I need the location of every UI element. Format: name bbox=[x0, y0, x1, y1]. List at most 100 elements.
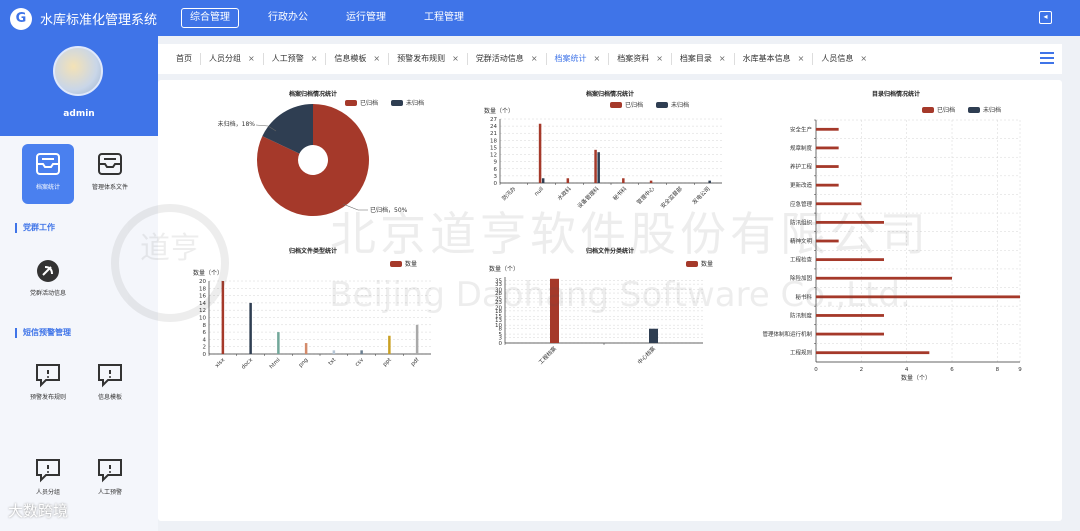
tick-label: 设备管理科 bbox=[575, 184, 600, 209]
tab-home[interactable]: 首页 bbox=[168, 44, 200, 74]
charts-canvas: 档案归档情况统计已归档 未归档未归档，18%已归档，50%档案归档情况统计数量（个… bbox=[193, 90, 1022, 382]
brand-watermark: 大数跨境 bbox=[8, 502, 69, 520]
legend-swatch bbox=[656, 102, 668, 108]
close-icon[interactable]: × bbox=[656, 54, 663, 63]
tick-label: 6 bbox=[950, 367, 954, 373]
tab-label: 人员信息 bbox=[821, 54, 854, 63]
tab-message-template[interactable]: 信息模板 × bbox=[326, 44, 388, 74]
bar bbox=[816, 239, 839, 243]
legend-label: 已归档 bbox=[937, 106, 955, 114]
tick-label: 15 bbox=[495, 314, 502, 320]
tick-label: 更新改造 bbox=[790, 181, 813, 189]
tick-label: 15 bbox=[490, 145, 497, 151]
tick-label: 防汛组织 bbox=[790, 218, 813, 226]
party-icon bbox=[37, 260, 59, 282]
tab-archive-catalog[interactable]: 档案目录 × bbox=[672, 44, 734, 74]
close-icon[interactable]: × bbox=[594, 54, 601, 63]
sidebar-item-archive-stats[interactable]: 档案统计 bbox=[22, 144, 74, 204]
menu-icon[interactable] bbox=[1040, 52, 1054, 66]
bar bbox=[221, 281, 225, 354]
tab-warning-rules[interactable]: 预警发布规则 × bbox=[389, 44, 467, 74]
tab-archive-stats[interactable]: 档案统计 × bbox=[547, 44, 609, 74]
nav-item-engineering[interactable]: 工程管理 bbox=[415, 8, 473, 28]
pie-label: 已归档，50% bbox=[370, 206, 408, 214]
tab-label: 档案目录 bbox=[679, 54, 712, 63]
pie-label: 未归档，18% bbox=[218, 120, 256, 128]
axis-label: 数量（个） bbox=[901, 374, 931, 382]
nav-item-office[interactable]: 行政办公 bbox=[259, 8, 317, 28]
section-title-sms: 短信预警管理 bbox=[15, 328, 71, 338]
tick-label: 8 bbox=[203, 323, 207, 329]
bar bbox=[388, 335, 391, 354]
message-icon bbox=[36, 459, 60, 483]
legend-label: 未归档 bbox=[983, 106, 1001, 114]
tab-manual-warning[interactable]: 人工预警 × bbox=[264, 44, 326, 74]
tab-bar: 首页 人员分组 × 人工预警 × 信息模板 × 预警发布规则 × 党群活动信息 × 档案统… bbox=[158, 44, 1062, 74]
section-title-party: 党群工作 bbox=[15, 223, 55, 233]
message-icon bbox=[98, 459, 122, 483]
tab-archive-data[interactable]: 档案资料 × bbox=[609, 44, 671, 74]
tick-label: 防汛制度 bbox=[790, 311, 813, 319]
nav-item-integrated[interactable]: 综合管理 bbox=[181, 8, 239, 28]
tab-label: 党群活动信息 bbox=[475, 54, 524, 63]
sidebar-item-message-template[interactable]: 信息模板 bbox=[84, 354, 136, 414]
bar bbox=[816, 183, 839, 187]
chart-title: 目录归档情况统计 bbox=[872, 90, 920, 98]
tick-label: ppt bbox=[382, 357, 393, 368]
tick-label: 4 bbox=[203, 337, 207, 343]
close-icon[interactable]: × bbox=[373, 54, 380, 63]
axis-label: 数量（个） bbox=[489, 265, 519, 273]
sidebar-item-label: 人工预警 bbox=[97, 489, 122, 496]
sidebar-item-management-docs[interactable]: 管理体系文件 bbox=[84, 144, 136, 204]
bar bbox=[816, 351, 930, 355]
tick-label: 管理体制和运行机制 bbox=[762, 330, 812, 338]
nav-item-operation[interactable]: 运行管理 bbox=[337, 8, 395, 28]
tick-label: 管理中心 bbox=[635, 184, 657, 206]
tab-party-activity[interactable]: 党群活动信息 × bbox=[468, 44, 546, 74]
tab-reservoir-info[interactable]: 水库基本信息 × bbox=[735, 44, 813, 74]
tick-label: 水政科 bbox=[555, 184, 573, 202]
chart-title: 档案归档情况统计 bbox=[585, 90, 634, 98]
logout-icon[interactable]: ◂ bbox=[1039, 11, 1052, 24]
tick-label: pdf bbox=[410, 356, 421, 367]
bar bbox=[816, 332, 884, 336]
close-icon[interactable]: × bbox=[860, 54, 867, 63]
tick-label: 6 bbox=[494, 167, 498, 173]
sidebar-item-warning-rules[interactable]: 预警发布规则 bbox=[22, 354, 74, 414]
legend-label: 已归档 bbox=[625, 101, 643, 109]
bar bbox=[415, 324, 419, 354]
tick-label: 0 bbox=[499, 341, 503, 347]
bar bbox=[816, 276, 952, 280]
bar bbox=[566, 178, 570, 183]
tick-label: 养护工程 bbox=[790, 163, 813, 171]
tick-label: 25 bbox=[495, 296, 502, 302]
close-icon[interactable]: × bbox=[798, 54, 805, 63]
sidebar-item-party-activity[interactable]: 党群活动信息 bbox=[22, 250, 74, 310]
tick-label: png bbox=[298, 357, 310, 369]
tick-label: 18 bbox=[199, 286, 206, 292]
tick-label: 27 bbox=[490, 117, 497, 123]
chart-title: 档案归档情况统计 bbox=[288, 90, 337, 98]
tick-label: 21 bbox=[490, 131, 497, 137]
username: admin bbox=[63, 109, 95, 119]
top-nav: 综合管理 行政办公 运行管理 工程管理 bbox=[181, 8, 493, 28]
tick-label: 安全生产 bbox=[790, 125, 813, 133]
bar bbox=[550, 278, 559, 343]
avatar[interactable] bbox=[53, 46, 103, 96]
close-icon[interactable]: × bbox=[719, 54, 726, 63]
tick-label: 工程检查 bbox=[790, 256, 813, 264]
close-icon[interactable]: × bbox=[248, 54, 255, 63]
pie-label-line bbox=[342, 203, 368, 211]
legend-swatch bbox=[345, 100, 357, 106]
user-profile: admin bbox=[0, 36, 158, 136]
tick-label: 9 bbox=[1018, 367, 1022, 373]
close-icon[interactable]: × bbox=[531, 54, 538, 63]
sidebar-item-manual-warning[interactable]: 人工预警 bbox=[84, 449, 136, 509]
close-icon[interactable]: × bbox=[311, 54, 318, 63]
tab-label: 首页 bbox=[176, 54, 192, 63]
tab-personnel-info[interactable]: 人员信息 × bbox=[813, 44, 875, 74]
close-icon[interactable]: × bbox=[452, 54, 459, 63]
bar bbox=[249, 302, 252, 354]
tick-label: 35 bbox=[495, 279, 502, 285]
tab-personnel-group[interactable]: 人员分组 × bbox=[201, 44, 263, 74]
